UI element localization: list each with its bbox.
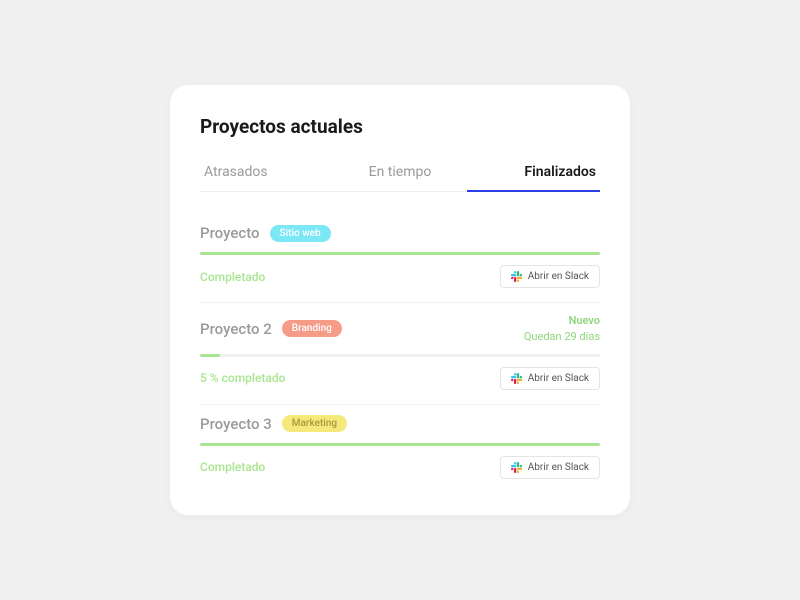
project-tag: Branding — [282, 320, 342, 337]
project-name-wrap: Proyecto 3 Marketing — [200, 415, 347, 433]
slack-icon — [511, 462, 522, 473]
project-name: Proyecto 3 — [200, 415, 272, 433]
slack-icon — [511, 271, 522, 282]
project-footer: Completado Abrir en Slack — [200, 265, 600, 288]
project-status: 5 % completado — [200, 371, 285, 385]
project-tag: Marketing — [282, 415, 347, 432]
slack-icon — [511, 373, 522, 384]
slack-button-label: Abrir en Slack — [528, 373, 589, 384]
tab-overdue[interactable]: Atrasados — [200, 156, 333, 192]
progress-bar — [200, 354, 600, 357]
project-status: Completado — [200, 460, 265, 474]
open-in-slack-button[interactable]: Abrir en Slack — [500, 367, 600, 390]
project-header: Proyecto 3 Marketing — [200, 415, 600, 433]
tab-on-time[interactable]: En tiempo — [333, 156, 466, 192]
project-days-left: Quedan 29 días — [524, 329, 600, 344]
project-new-badge: Nuevo — [524, 313, 600, 328]
progress-bar — [200, 252, 600, 255]
project-name-wrap: Proyecto 2 Branding — [200, 320, 342, 338]
project-row: Proyecto Sitio web Completado Abrir en S… — [200, 214, 600, 303]
tabs: Atrasados En tiempo Finalizados — [200, 156, 600, 192]
project-name: Proyecto 2 — [200, 320, 272, 338]
slack-button-label: Abrir en Slack — [528, 462, 589, 473]
project-footer: 5 % completado Abrir en Slack — [200, 367, 600, 390]
project-tag: Sitio web — [270, 225, 331, 242]
progress-fill — [200, 354, 220, 357]
slack-button-label: Abrir en Slack — [528, 271, 589, 282]
project-name-wrap: Proyecto Sitio web — [200, 224, 331, 242]
project-row: Proyecto 3 Marketing Completado Abrir en… — [200, 405, 600, 479]
project-header: Proyecto Sitio web — [200, 224, 600, 242]
open-in-slack-button[interactable]: Abrir en Slack — [500, 265, 600, 288]
card-title: Proyectos actuales — [200, 115, 600, 138]
progress-fill — [200, 252, 600, 255]
project-name: Proyecto — [200, 224, 260, 242]
project-side-info: Nuevo Quedan 29 días — [524, 313, 600, 344]
project-row: Proyecto 2 Branding Nuevo Quedan 29 días… — [200, 303, 600, 405]
project-footer: Completado Abrir en Slack — [200, 456, 600, 479]
progress-bar — [200, 443, 600, 446]
projects-card: Proyectos actuales Atrasados En tiempo F… — [170, 85, 630, 515]
project-status: Completado — [200, 270, 265, 284]
tab-finished[interactable]: Finalizados — [467, 156, 600, 192]
open-in-slack-button[interactable]: Abrir en Slack — [500, 456, 600, 479]
progress-fill — [200, 443, 600, 446]
project-header: Proyecto 2 Branding Nuevo Quedan 29 días — [200, 313, 600, 344]
